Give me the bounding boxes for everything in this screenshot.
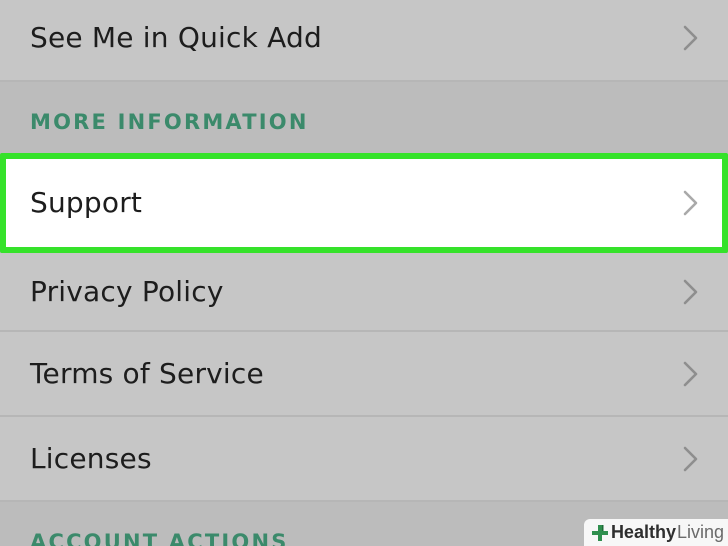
chevron-right-icon (683, 279, 698, 304)
healthy-living-logo-icon (591, 524, 608, 541)
chevron-right-icon (683, 190, 698, 216)
row-label: Licenses (30, 441, 152, 475)
chevron-right-icon (683, 446, 698, 471)
see-me-in-quick-add-row[interactable]: See Me in Quick Add (0, 0, 728, 82)
watermark-brand-light: Living (676, 522, 724, 542)
licenses-row[interactable]: Licenses (0, 417, 728, 502)
support-row[interactable]: Support (0, 153, 728, 253)
row-label: Terms of Service (30, 356, 264, 390)
section-header-label: ACCOUNT ACTIONS (30, 530, 289, 546)
section-header-label: MORE INFORMATION (30, 110, 309, 134)
settings-screen: See Me in Quick Add MORE INFORMATION Sup… (0, 0, 728, 546)
row-label: Privacy Policy (30, 274, 224, 308)
watermark-brand-bold: Healthy (610, 522, 676, 542)
chevron-right-icon (683, 25, 698, 51)
healthy-living-watermark: Healthy Living (583, 519, 728, 546)
row-label: Support (30, 185, 143, 219)
terms-of-service-row[interactable]: Terms of Service (0, 332, 728, 417)
privacy-policy-row[interactable]: Privacy Policy (0, 253, 728, 332)
row-label: See Me in Quick Add (30, 20, 322, 54)
chevron-right-icon (683, 361, 698, 386)
more-information-section-header: MORE INFORMATION (0, 82, 728, 153)
